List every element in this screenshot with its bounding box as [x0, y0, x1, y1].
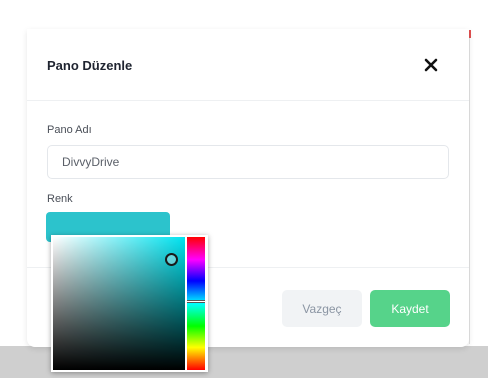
board-name-label: Pano Adı — [47, 124, 92, 136]
background-edge-mark — [469, 30, 471, 38]
close-button[interactable] — [419, 53, 443, 77]
saturation-value-area[interactable] — [53, 237, 185, 370]
header-divider — [27, 100, 469, 101]
close-icon — [424, 58, 438, 72]
hue-slider[interactable] — [187, 237, 205, 370]
dialog-title: Pano Düzenle — [47, 58, 133, 73]
board-name-input[interactable] — [47, 145, 449, 179]
hue-handle[interactable] — [187, 300, 205, 303]
saturation-handle[interactable] — [165, 253, 178, 266]
background-edge — [469, 30, 470, 344]
color-picker-popup — [51, 235, 208, 372]
cancel-button[interactable]: Vazgeç — [282, 290, 362, 327]
color-label: Renk — [47, 193, 73, 205]
save-button[interactable]: Kaydet — [370, 290, 450, 327]
